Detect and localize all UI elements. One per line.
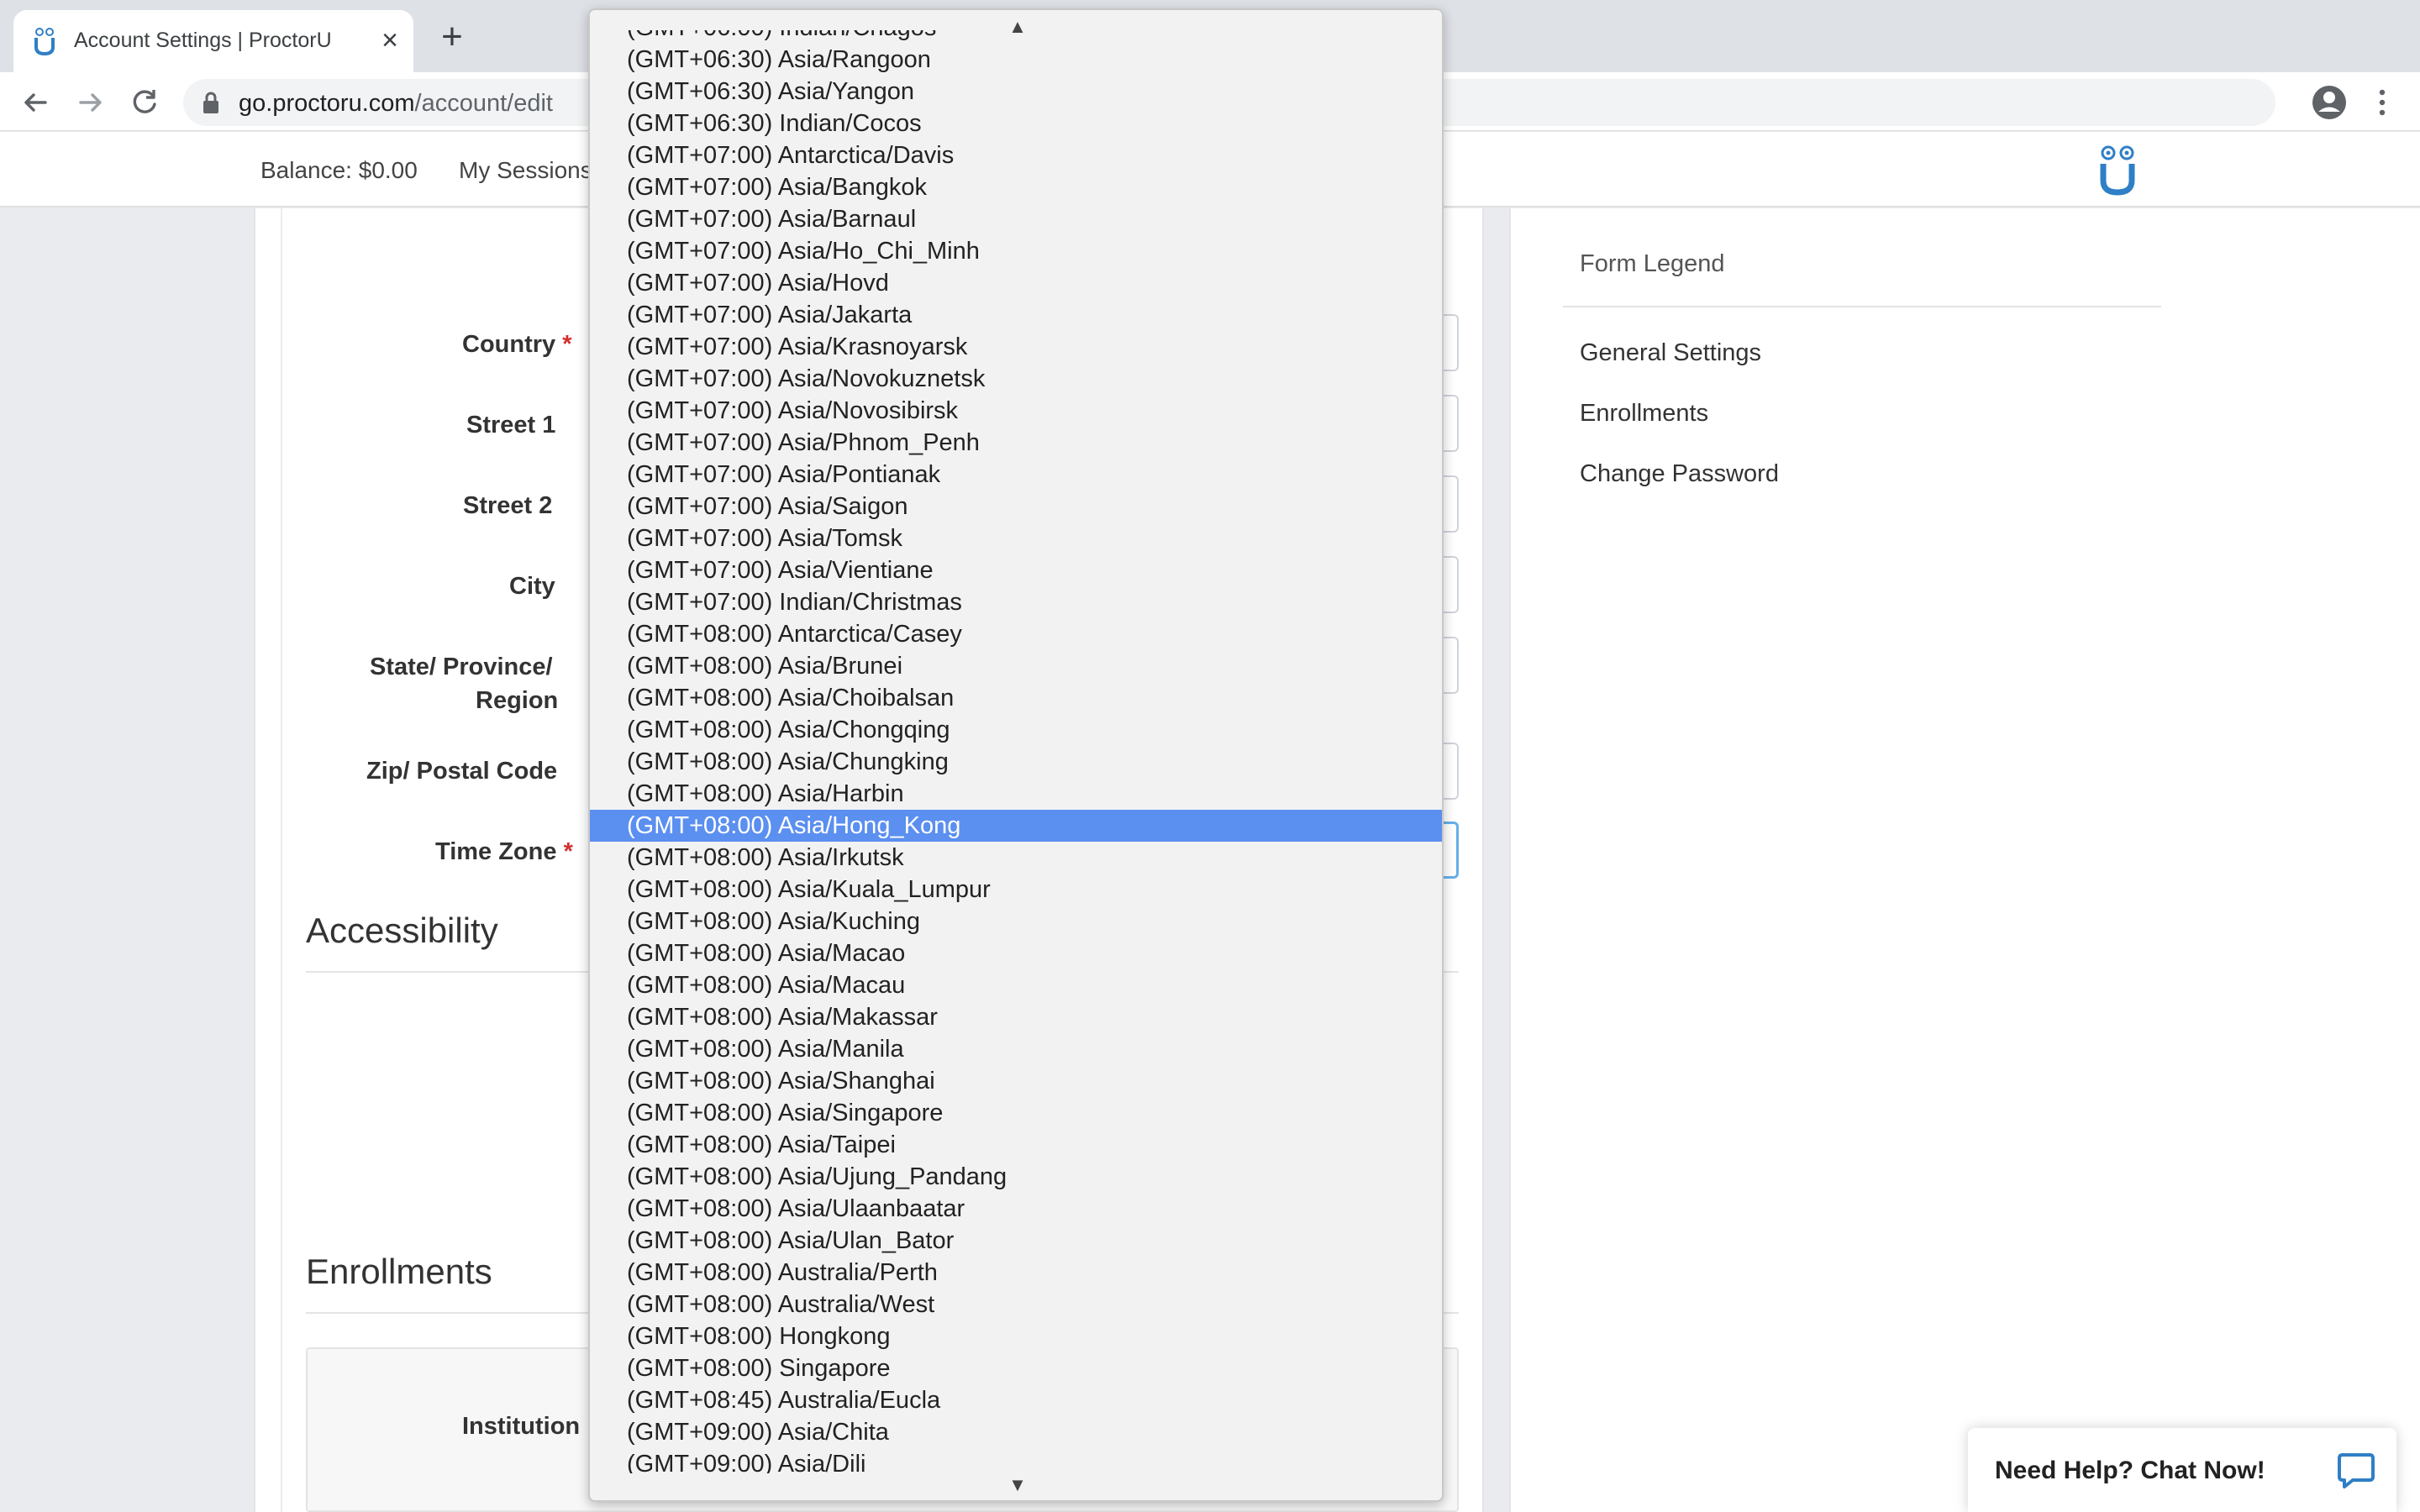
time-zone-option[interactable]: (GMT+07:00) Indian/Christmas: [590, 586, 1442, 618]
proctoru-owl-logo-icon[interactable]: [2096, 144, 2139, 196]
time-zone-option[interactable]: (GMT+07:00) Asia/Jakarta: [590, 299, 1442, 331]
form-legend-title: Form Legend: [1580, 250, 1725, 277]
time-zone-option[interactable]: (GMT+08:00) Asia/Ulaanbaatar: [590, 1193, 1442, 1225]
time-zone-option[interactable]: (GMT+07:00) Asia/Bangkok: [590, 171, 1442, 203]
time-zone-option[interactable]: (GMT+08:00) Asia/Choibalsan: [590, 682, 1442, 714]
institution-label: Institution: [462, 1413, 581, 1440]
street1-label: Street 1: [466, 412, 556, 438]
browser-tab-active[interactable]: Account Settings | ProctorU ×: [13, 10, 413, 72]
profile-avatar-icon[interactable]: [2311, 84, 2348, 121]
time-zone-option[interactable]: (GMT+08:00) Asia/Manila: [590, 1033, 1442, 1065]
time-zone-option[interactable]: (GMT+08:00) Asia/Chungking: [590, 746, 1442, 778]
required-mark: *: [563, 838, 573, 865]
time-zone-option[interactable]: (GMT+06:00) Indian/Chagos: [590, 30, 1442, 44]
form-legend-divider: [1563, 306, 2161, 307]
time-zone-option[interactable]: (GMT+07:00) Asia/Vientiane: [590, 554, 1442, 586]
time-zone-label-text: Time Zone: [435, 838, 557, 865]
time-zone-option[interactable]: (GMT+06:30) Indian/Cocos: [590, 108, 1442, 139]
reload-icon[interactable]: [128, 86, 161, 119]
accessibility-heading: Accessibility: [306, 911, 498, 950]
time-zone-option[interactable]: (GMT+07:00) Asia/Novokuznetsk: [590, 363, 1442, 395]
forward-arrow-icon[interactable]: [74, 86, 108, 119]
time-zone-option[interactable]: (GMT+07:00) Antarctica/Davis: [590, 139, 1442, 171]
new-tab-button[interactable]: +: [435, 18, 469, 55]
time-zone-option[interactable]: (GMT+07:00) Asia/Tomsk: [590, 522, 1442, 554]
time-zone-option[interactable]: (GMT+07:00) Asia/Phnom_Penh: [590, 427, 1442, 459]
time-zone-option[interactable]: (GMT+08:00) Asia/Harbin: [590, 778, 1442, 810]
time-zone-option[interactable]: (GMT+07:00) Asia/Krasnoyarsk: [590, 331, 1442, 363]
time-zone-option[interactable]: (GMT+09:00) Asia/Chita: [590, 1416, 1442, 1448]
state-label-line1: State/ Province/: [370, 654, 553, 680]
time-zone-option[interactable]: (GMT+08:00) Asia/Ujung_Pandang: [590, 1161, 1442, 1193]
time-zone-option[interactable]: (GMT+08:00) Hongkong: [590, 1320, 1442, 1352]
time-zone-options: (GMT+06:00) Indian/Chagos(GMT+06:30) Asi…: [590, 30, 1442, 1473]
required-mark: *: [562, 331, 572, 358]
time-zone-option[interactable]: (GMT+08:00) Asia/Singapore: [590, 1097, 1442, 1129]
time-zone-option[interactable]: (GMT+07:00) Asia/Saigon: [590, 491, 1442, 522]
my-sessions-link[interactable]: My Sessions: [459, 157, 592, 184]
proctoru-favicon-icon: [34, 28, 55, 55]
chat-bubble-icon[interactable]: [2336, 1450, 2376, 1490]
time-zone-option[interactable]: (GMT+07:00) Asia/Hovd: [590, 267, 1442, 299]
tab-title: Account Settings | ProctorU: [74, 29, 332, 52]
time-zone-option-list[interactable]: (GMT+06:00) Indian/Chagos(GMT+06:30) Asi…: [590, 30, 1442, 1473]
time-zone-option[interactable]: (GMT+06:30) Asia/Yangon: [590, 76, 1442, 108]
time-zone-option[interactable]: (GMT+08:00) Asia/Kuala_Lumpur: [590, 874, 1442, 906]
city-label: City: [509, 573, 555, 600]
time-zone-option[interactable]: (GMT+08:00) Australia/Perth: [590, 1257, 1442, 1289]
time-zone-label: Time Zone *: [435, 838, 573, 866]
chat-label[interactable]: Need Help? Chat Now!: [1995, 1457, 2265, 1485]
browser-menu-icon[interactable]: [2370, 84, 2395, 121]
time-zone-option[interactable]: (GMT+06:30) Asia/Rangoon: [590, 44, 1442, 76]
url-text: go.proctoru.com/account/edit: [239, 90, 553, 118]
time-zone-option[interactable]: (GMT+09:00) Asia/Dili: [590, 1448, 1442, 1473]
time-zone-option[interactable]: (GMT+07:00) Asia/Ho_Chi_Minh: [590, 235, 1442, 267]
time-zone-option[interactable]: (GMT+08:00) Asia/Taipei: [590, 1129, 1442, 1161]
lock-icon: [203, 92, 218, 113]
time-zone-option[interactable]: (GMT+08:00) Antarctica/Casey: [590, 618, 1442, 650]
time-zone-option[interactable]: (GMT+08:00) Singapore: [590, 1352, 1442, 1384]
legend-link-enrollments[interactable]: Enrollments: [1580, 400, 1708, 428]
balance-link[interactable]: Balance: $0.00: [260, 157, 418, 184]
time-zone-option[interactable]: (GMT+08:00) Asia/Ulan_Bator: [590, 1225, 1442, 1257]
time-zone-option[interactable]: (GMT+08:00) Asia/Makassar: [590, 1001, 1442, 1033]
legend-link-general-settings[interactable]: General Settings: [1580, 339, 1761, 367]
enrollments-heading: Enrollments: [306, 1252, 492, 1291]
time-zone-option[interactable]: (GMT+08:00) Asia/Macau: [590, 969, 1442, 1001]
time-zone-option[interactable]: (GMT+08:00) Asia/Chongqing: [590, 714, 1442, 746]
street2-label: Street 2: [463, 492, 553, 519]
chat-widget[interactable]: Need Help? Chat Now!: [1968, 1428, 2396, 1512]
time-zone-option-selected[interactable]: (GMT+08:00) Asia/Hong_Kong: [590, 810, 1442, 842]
legend-link-change-password[interactable]: Change Password: [1580, 460, 1779, 488]
time-zone-option[interactable]: (GMT+08:45) Australia/Eucla: [590, 1384, 1442, 1416]
back-arrow-icon[interactable]: [18, 86, 52, 119]
tab-close-icon[interactable]: ×: [375, 25, 405, 55]
time-zone-option[interactable]: (GMT+08:00) Asia/Brunei: [590, 650, 1442, 682]
time-zone-option[interactable]: (GMT+07:00) Asia/Novosibirsk: [590, 395, 1442, 427]
url-domain: go.proctoru.com: [239, 90, 415, 117]
zip-label: Zip/ Postal Code: [366, 758, 558, 785]
time-zone-dropdown[interactable]: ▲ (GMT+06:00) Indian/Chagos(GMT+06:30) A…: [588, 8, 1444, 1502]
country-label: Country *: [462, 331, 572, 359]
time-zone-option[interactable]: (GMT+07:00) Asia/Barnaul: [590, 203, 1442, 235]
time-zone-option[interactable]: (GMT+08:00) Australia/West: [590, 1289, 1442, 1320]
url-path: /account/edit: [414, 90, 553, 117]
time-zone-option[interactable]: (GMT+08:00) Asia/Shanghai: [590, 1065, 1442, 1097]
time-zone-option[interactable]: (GMT+08:00) Asia/Kuching: [590, 906, 1442, 937]
time-zone-option[interactable]: (GMT+08:00) Asia/Irkutsk: [590, 842, 1442, 874]
time-zone-option[interactable]: (GMT+07:00) Asia/Pontianak: [590, 459, 1442, 491]
time-zone-option[interactable]: (GMT+08:00) Asia/Macao: [590, 937, 1442, 969]
country-label-text: Country: [462, 331, 556, 358]
state-label-line2: Region: [476, 687, 559, 714]
scroll-down-arrow-icon[interactable]: ▼: [1008, 1476, 1027, 1494]
